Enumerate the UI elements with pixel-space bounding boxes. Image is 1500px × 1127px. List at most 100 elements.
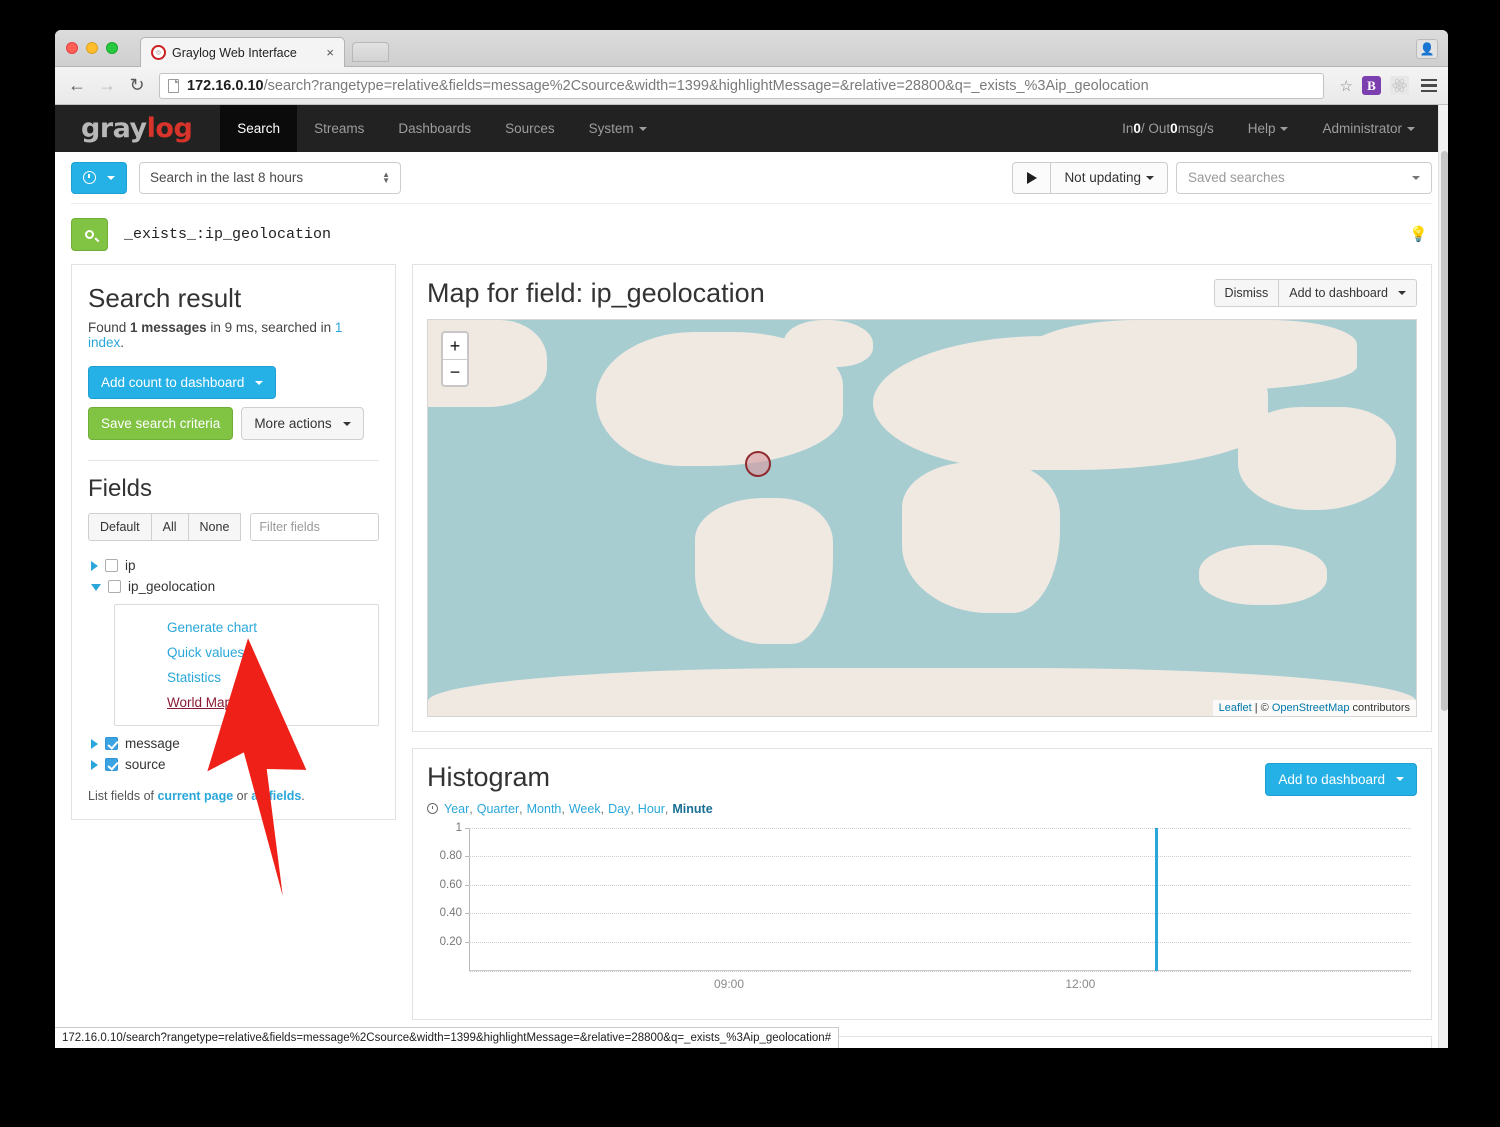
- address-bar[interactable]: 172.16.0.10/search?rangetype=relative&fi…: [159, 73, 1324, 99]
- resolution-week[interactable]: Week: [569, 802, 601, 816]
- window-minimize-button[interactable]: [86, 42, 98, 54]
- stepper-icon[interactable]: ▲▼: [382, 172, 390, 184]
- field-action-statistics[interactable]: Statistics: [115, 665, 378, 690]
- histogram-y-tick-label: 0.80: [440, 850, 462, 862]
- throughput-out-value: 0: [1170, 121, 1178, 136]
- close-icon[interactable]: ×: [322, 45, 338, 60]
- start-refresh-button[interactable]: [1012, 162, 1050, 194]
- map-widget: Map for field: ip_geolocation Dismiss Ad…: [412, 264, 1432, 732]
- search-result-panel: Search result Found 1 messages in 9 ms, …: [71, 264, 396, 820]
- histogram-gridline: [469, 856, 1411, 857]
- page-info-icon[interactable]: [168, 79, 179, 93]
- nav-item-sources[interactable]: Sources: [488, 105, 572, 152]
- fields-default-button[interactable]: Default: [88, 513, 152, 541]
- search-button[interactable]: [71, 218, 108, 251]
- scrollbar-thumb[interactable]: [1441, 151, 1448, 711]
- fields-none-button[interactable]: None: [189, 513, 242, 541]
- field-action-world-map[interactable]: World Map: [115, 690, 378, 715]
- histogram-x-tick-label: 09:00: [714, 977, 744, 991]
- save-search-criteria-button[interactable]: Save search criteria: [88, 407, 233, 440]
- browser-url-toolbar: ← → ↻ 172.16.0.10/search?rangetype=relat…: [55, 67, 1448, 105]
- reload-icon[interactable]: ↻: [123, 72, 151, 100]
- leaflet-link[interactable]: Leaflet: [1219, 702, 1252, 714]
- page-scrollbar[interactable]: [1438, 105, 1448, 1048]
- browser-menu-icon[interactable]: [1418, 79, 1440, 93]
- forward-icon[interactable]: →: [93, 72, 121, 100]
- field-checkbox-source[interactable]: [105, 758, 118, 771]
- field-action-generate-chart[interactable]: Generate chart: [115, 615, 378, 640]
- histogram-add-to-dashboard-button[interactable]: Add to dashboard: [1265, 763, 1417, 796]
- chevron-right-icon[interactable]: [91, 561, 98, 571]
- fields-all-button[interactable]: All: [152, 513, 189, 541]
- resolution-quarter[interactable]: Quarter: [477, 802, 519, 816]
- field-checkbox-ip-geolocation[interactable]: [108, 580, 121, 593]
- browser-profile-icon[interactable]: 👤: [1416, 39, 1438, 59]
- add-count-label: Add count to dashboard: [101, 375, 244, 390]
- field-checkbox-message[interactable]: [105, 737, 118, 750]
- add-to-dashboard-button[interactable]: Add to dashboard: [1279, 279, 1417, 307]
- openstreetmap-link[interactable]: OpenStreetMap: [1272, 702, 1350, 714]
- add-count-to-dashboard-button[interactable]: Add count to dashboard: [88, 366, 276, 399]
- field-checkbox-ip[interactable]: [105, 559, 118, 572]
- histogram-y-tick-label: 0.40: [440, 907, 462, 919]
- back-icon[interactable]: ←: [63, 72, 91, 100]
- nav-item-search[interactable]: Search: [220, 105, 297, 152]
- fields-title: Fields: [88, 475, 379, 503]
- list-fields-current-page-link[interactable]: current page: [157, 789, 233, 803]
- window-maximize-button[interactable]: [106, 42, 118, 54]
- field-row-message[interactable]: message: [88, 733, 379, 754]
- field-row-source[interactable]: source: [88, 754, 379, 775]
- bootstrap-extension-icon[interactable]: B: [1362, 76, 1381, 95]
- list-fields-all-link[interactable]: all fields: [251, 789, 301, 803]
- saved-searches-select[interactable]: Saved searches: [1176, 162, 1432, 194]
- nav-item-help[interactable]: Help: [1231, 105, 1306, 152]
- nav-item-dashboards[interactable]: Dashboards: [381, 105, 488, 152]
- filter-fields-input[interactable]: Filter fields: [250, 513, 379, 541]
- url-path: /search?rangetype=relative&fields=messag…: [264, 78, 1149, 94]
- new-tab-button[interactable]: [352, 42, 389, 62]
- resolution-year[interactable]: Year: [444, 802, 469, 816]
- histogram-y-tick-label: 1: [456, 822, 462, 834]
- nav-item-system[interactable]: System: [572, 105, 664, 152]
- graylog-logo[interactable]: graylog: [55, 105, 220, 152]
- zoom-out-button[interactable]: −: [443, 359, 467, 385]
- chevron-right-icon[interactable]: [91, 739, 98, 749]
- browser-tab[interactable]: ◎ Graylog Web Interface ×: [140, 37, 345, 67]
- field-label-ip: ip: [125, 558, 136, 573]
- separator: ,: [665, 802, 668, 816]
- geo-marker[interactable]: [745, 451, 771, 477]
- world-map[interactable]: + − Leaflet | © OpenStreetMap contributo…: [427, 319, 1417, 717]
- chevron-down-icon[interactable]: [91, 584, 101, 591]
- zoom-in-button[interactable]: +: [443, 333, 467, 359]
- landmass-asia-east: [1238, 407, 1396, 510]
- resolution-month[interactable]: Month: [527, 802, 562, 816]
- resolution-day[interactable]: Day: [608, 802, 630, 816]
- histogram-bar[interactable]: [1155, 828, 1158, 971]
- more-actions-button[interactable]: More actions: [241, 407, 363, 440]
- separator: ,: [630, 802, 633, 816]
- histogram-add-to-dashboard-label: Add to dashboard: [1278, 772, 1385, 787]
- histogram-chart[interactable]: 10.800.600.400.2009:0012:00: [427, 828, 1411, 993]
- search-hint-icon[interactable]: 💡: [1409, 225, 1432, 243]
- react-extension-icon[interactable]: [1390, 76, 1409, 95]
- window-close-button[interactable]: [66, 42, 78, 54]
- field-row-ip[interactable]: ip: [88, 555, 379, 576]
- search-query-input[interactable]: _exists_:ip_geolocation: [124, 226, 1409, 243]
- timerange-type-button[interactable]: [71, 162, 127, 194]
- dismiss-button[interactable]: Dismiss: [1214, 279, 1280, 307]
- timerange-select[interactable]: Search in the last 8 hours ▲▼: [139, 162, 401, 194]
- search-action-buttons: Save search criteria More actions: [88, 407, 379, 440]
- resolution-minute[interactable]: Minute: [672, 802, 712, 816]
- timerange-row: Search in the last 8 hours ▲▼ Not updati…: [71, 152, 1432, 204]
- field-row-ip-geolocation[interactable]: ip_geolocation: [88, 576, 379, 597]
- bookmark-star-icon[interactable]: ☆: [1340, 77, 1353, 95]
- histogram-widget: Histogram Add to dashboard Year, Quarter…: [412, 748, 1432, 1020]
- chevron-down-icon: [255, 381, 263, 385]
- logo-gray-text: gray: [81, 113, 147, 144]
- field-action-quick-values[interactable]: Quick values: [115, 640, 378, 665]
- resolution-hour[interactable]: Hour: [638, 802, 665, 816]
- refresh-interval-dropdown[interactable]: Not updating: [1050, 162, 1168, 194]
- chevron-right-icon[interactable]: [91, 760, 98, 770]
- nav-item-streams[interactable]: Streams: [297, 105, 381, 152]
- nav-item-user-menu[interactable]: Administrator: [1305, 105, 1432, 152]
